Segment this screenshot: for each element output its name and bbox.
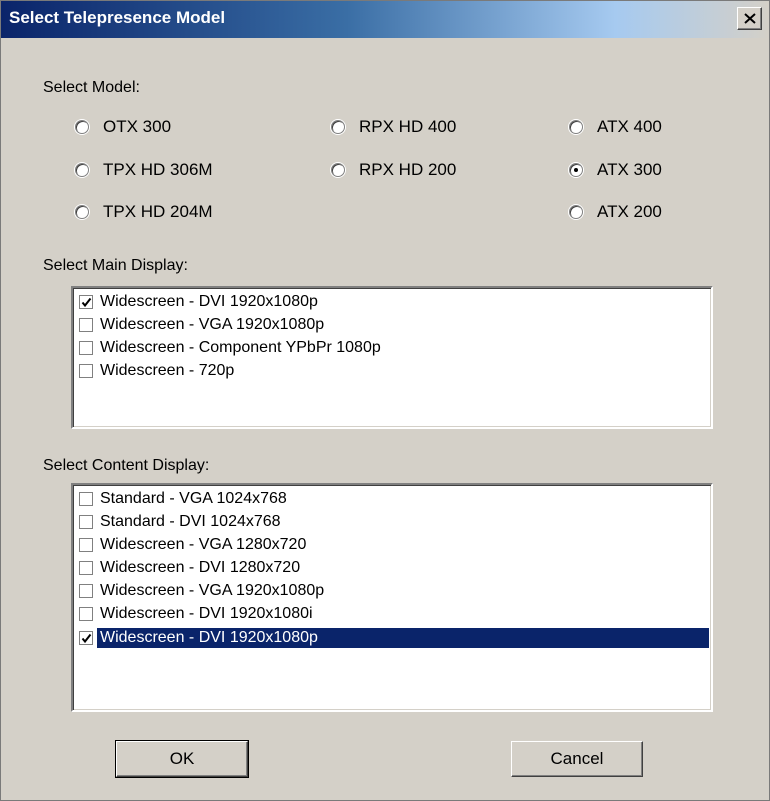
radio-button-icon [75,163,89,177]
content-display-item[interactable]: Widescreen - DVI 1920x1080i [79,604,316,624]
main-display-item[interactable]: Widescreen - 720p [79,361,237,381]
list-item-label: Widescreen - VGA 1920x1080p [100,582,325,599]
check-mark-icon [81,633,92,644]
window-title: Select Telepresence Model [9,8,226,27]
radio-rpx-hd-400[interactable]: RPX HD 400 [331,117,456,137]
list-item-label: Standard - VGA 1024x768 [100,490,287,507]
cancel-button[interactable]: Cancel [511,741,643,777]
main-display-item[interactable]: Widescreen - VGA 1920x1080p [79,315,327,335]
content-display-item[interactable]: Widescreen - DVI 1280x720 [79,558,303,578]
content-display-item[interactable]: Standard - DVI 1024x768 [79,512,284,532]
list-item-label: Widescreen - DVI 1920x1080p [97,628,709,648]
content-display-listbox[interactable]: Standard - VGA 1024x768 Standard - DVI 1… [71,483,713,712]
radio-tpx-hd-204m[interactable]: TPX HD 204M [75,202,213,222]
checkbox[interactable] [79,364,93,378]
checkbox[interactable] [79,341,93,355]
radio-label: ATX 400 [597,117,662,136]
checkbox[interactable] [79,295,93,309]
close-button[interactable] [737,7,762,30]
main-display-listbox[interactable]: Widescreen - DVI 1920x1080p Widescreen -… [71,286,713,429]
ok-button[interactable]: OK [115,740,249,778]
list-item-label: Widescreen - Component YPbPr 1080p [100,339,381,356]
checkbox[interactable] [79,318,93,332]
checkbox[interactable] [79,515,93,529]
list-item-label: Widescreen - VGA 1280x720 [100,536,307,553]
list-item-label: Widescreen - 720p [100,362,235,379]
checkbox[interactable] [79,631,93,645]
radio-atx-300[interactable]: ATX 300 [569,160,662,180]
list-item-label: Widescreen - DVI 1920x1080p [100,293,318,310]
main-display-item[interactable]: Widescreen - Component YPbPr 1080p [79,338,384,358]
radio-label: RPX HD 200 [359,160,457,179]
radio-button-icon [331,163,345,177]
radio-button-icon [569,205,583,219]
dialog-window: Select Telepresence Model Select Model: … [0,0,770,801]
title-bar[interactable]: Select Telepresence Model [1,1,769,38]
radio-button-icon [331,120,345,134]
content-display-item-selected[interactable]: Widescreen - DVI 1920x1080p [79,628,709,648]
checkbox[interactable] [79,492,93,506]
content-display-item[interactable]: Widescreen - VGA 1920x1080p [79,581,327,601]
select-main-display-label: Select Main Display: [43,257,188,274]
radio-label: OTX 300 [103,117,172,136]
list-item-label: Standard - DVI 1024x768 [100,513,281,530]
checkbox[interactable] [79,584,93,598]
radio-button-icon [75,120,89,134]
radio-button-icon [75,205,89,219]
list-item-label: Widescreen - VGA 1920x1080p [100,316,325,333]
radio-label: ATX 200 [597,202,662,221]
radio-tpx-hd-306m[interactable]: TPX HD 306M [75,160,213,180]
radio-button-icon [569,163,583,177]
close-icon [744,13,756,24]
radio-label: TPX HD 204M [103,202,213,221]
checkbox[interactable] [79,561,93,575]
checkbox[interactable] [79,607,93,621]
radio-label: RPX HD 400 [359,117,457,136]
list-item-label: Widescreen - DVI 1920x1080i [100,605,313,622]
content-display-item[interactable]: Widescreen - VGA 1280x720 [79,535,309,555]
radio-rpx-hd-200[interactable]: RPX HD 200 [331,160,456,180]
radio-selected-dot [574,168,578,172]
radio-label: ATX 300 [597,160,662,179]
select-model-label: Select Model: [43,79,140,96]
select-content-display-label: Select Content Display: [43,457,210,474]
list-item-label: Widescreen - DVI 1280x720 [100,559,301,576]
radio-label: TPX HD 306M [103,160,213,179]
main-display-item[interactable]: Widescreen - DVI 1920x1080p [79,292,321,312]
radio-otx-300[interactable]: OTX 300 [75,117,171,137]
check-mark-icon [81,297,92,308]
radio-button-icon [569,120,583,134]
radio-atx-400[interactable]: ATX 400 [569,117,662,137]
checkbox[interactable] [79,538,93,552]
radio-atx-200[interactable]: ATX 200 [569,202,662,222]
content-display-item[interactable]: Standard - VGA 1024x768 [79,489,290,509]
